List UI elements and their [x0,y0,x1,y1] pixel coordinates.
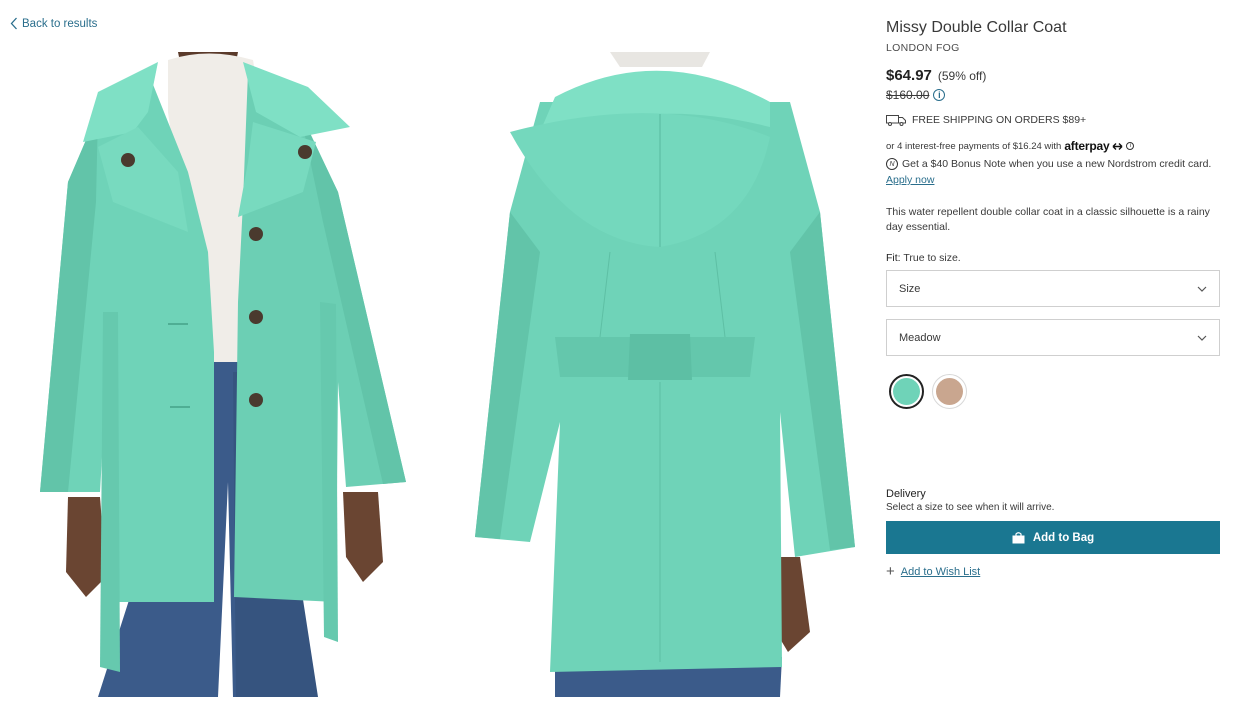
plus-icon: + [886,563,895,580]
fit-value: True to size. [903,252,961,264]
coat-front-illustration [40,52,406,697]
afterpay-logo: afterpay [1064,139,1110,153]
brand-name[interactable]: LONDON FOG [886,42,1220,54]
wish-list-label: Add to Wish List [900,566,981,578]
fit-label: Fit: [886,252,901,264]
price-row: $64.97 (59% off) [886,67,1220,84]
bonus-note-text: Get a $40 Bonus Note when you use a new … [902,158,1212,170]
free-shipping-banner: FREE SHIPPING ON ORDERS $89+ [886,114,1220,126]
fit-info: Fit: True to size. [886,252,1220,264]
product-title: Missy Double Collar Coat [886,19,1067,36]
add-to-bag-button[interactable]: Add to Bag [886,521,1220,554]
info-icon[interactable]: i [933,89,946,101]
add-to-wish-list-link[interactable]: + Add to Wish List [886,563,1220,580]
back-to-results-label: Back to results [22,17,98,30]
delivery-section: Delivery Select a size to see when it wi… [886,488,1220,513]
afterpay-info-icon[interactable]: i [1126,142,1135,150]
size-select-label: Size [899,282,921,295]
shipping-text: FREE SHIPPING ON ORDERS $89+ [912,114,1087,126]
chevron-down-icon [1197,286,1207,292]
truck-icon [886,115,906,126]
color-select-label: Meadow [899,331,941,344]
original-price-row: $160.00 i [886,88,1220,102]
original-price: $160.00 [886,88,930,102]
discount-percent: (59% off) [937,69,987,83]
afterpay-text: or 4 interest-free payments of $16.24 wi… [886,140,1062,152]
coat-back-illustration [475,52,855,697]
size-select[interactable]: Size [886,270,1220,307]
delivery-title: Delivery [886,488,926,500]
apply-now-link[interactable]: Apply now [886,174,934,186]
color-select[interactable]: Meadow [886,319,1220,356]
color-swatches [886,374,1220,409]
delivery-subtitle: Select a size to see when it will arrive… [886,502,1055,513]
chevron-down-icon [1197,335,1207,341]
chevron-left-icon [10,17,17,30]
swatch-meadow[interactable] [889,374,924,409]
afterpay-row: or 4 interest-free payments of $16.24 wi… [886,139,1220,153]
product-image-back[interactable] [470,52,858,697]
swatch-tan[interactable] [932,374,967,409]
swatch-tan-color [936,378,963,405]
back-to-results-link[interactable]: Back to results [10,17,97,30]
swatch-meadow-color [893,378,920,405]
bonus-note-row: N Get a $40 Bonus Note when you use a ne… [886,158,1220,170]
afterpay-arrows-icon [1112,142,1123,150]
product-image-front[interactable] [38,52,408,697]
shopping-bag-icon [1012,531,1025,543]
add-to-bag-label: Add to Bag [1032,531,1095,544]
nordstrom-note-icon: N [886,158,898,170]
sale-price: $64.97 [886,67,932,84]
product-description: This water repellent double collar coat … [886,206,1210,233]
product-details-panel: Missy Double Collar Coat LONDON FOG $64.… [886,18,1220,580]
